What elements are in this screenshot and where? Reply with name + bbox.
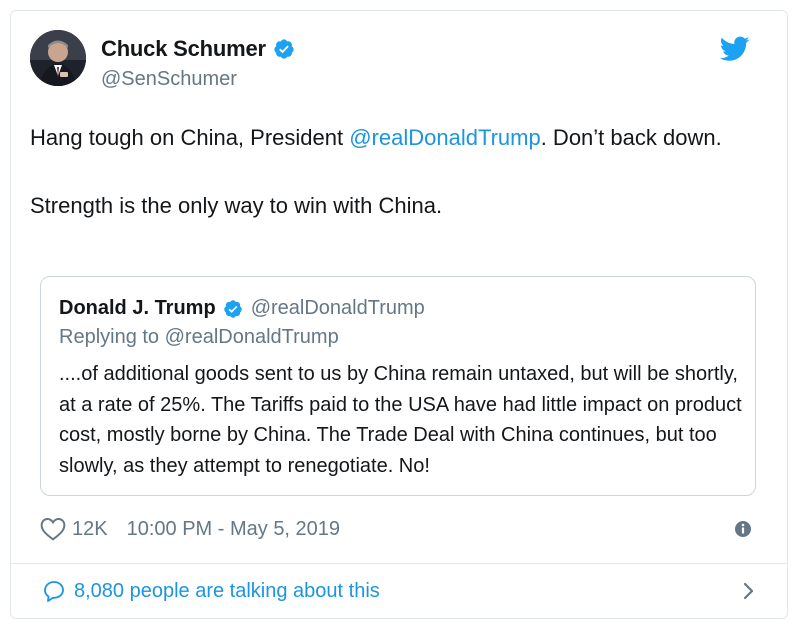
speech-bubble-icon: [44, 581, 64, 602]
talking-about-text[interactable]: 8,080 people are talking about this: [74, 580, 380, 603]
quoted-tweet-header: Donald J. Trump @realDonaldTrump: [59, 297, 425, 320]
tweet-text-part1: Hang tough on China, President: [30, 125, 350, 150]
quoted-author-handle: @realDonaldTrump: [250, 297, 425, 319]
tweet-paragraph-2: Strength is the only way to win with Chi…: [30, 193, 443, 218]
quoted-tweet-text: ....of additional goods sent to us by Ch…: [59, 363, 742, 477]
conversation-link[interactable]: 8,080 people are talking about this: [42, 575, 758, 607]
quoted-tweet[interactable]: Donald J. Trump @realDonaldTrump Replyin…: [40, 276, 756, 496]
tweet-body: Hang tough on China, President @realDona…: [30, 121, 760, 223]
author-avatar[interactable]: [30, 30, 86, 86]
tweet-text-part2: . Don’t back down.: [540, 125, 722, 150]
tweet-header: Chuck Schumer @SenSchumer: [30, 30, 750, 96]
verified-badge-icon: [223, 299, 242, 318]
tweet-mention-link[interactable]: @realDonaldTrump: [349, 125, 540, 150]
footer-divider: [10, 563, 788, 564]
tweet-timestamp[interactable]: 10:00 PM - May 5, 2019: [127, 518, 340, 541]
author-handle[interactable]: @SenSchumer: [101, 68, 295, 91]
heart-icon[interactable]: [40, 517, 66, 541]
quoted-author-name: Donald J. Trump: [59, 297, 216, 319]
info-icon[interactable]: [734, 520, 752, 538]
tweet-paragraph-1: Hang tough on China, President @realDona…: [30, 121, 760, 155]
chevron-right-icon[interactable]: [740, 581, 756, 601]
reply-context: Replying to @realDonaldTrump: [59, 326, 339, 348]
avatar-photo-icon: [30, 30, 86, 86]
twitter-bird-icon[interactable]: [720, 36, 750, 62]
like-count[interactable]: 12K: [72, 518, 108, 541]
author-name[interactable]: Chuck Schumer: [101, 36, 266, 62]
verified-badge-icon: [274, 39, 294, 59]
author-info: Chuck Schumer @SenSchumer: [101, 35, 295, 91]
tweet-meta: 12K 10:00 PM - May 5, 2019: [40, 513, 752, 545]
